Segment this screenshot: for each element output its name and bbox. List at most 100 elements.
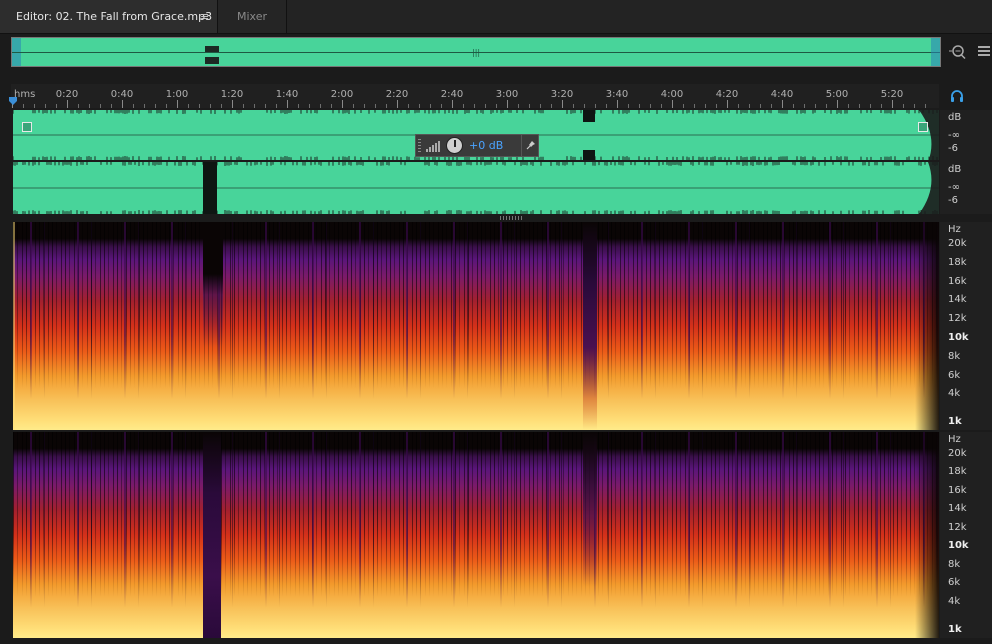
hz-label: 6k xyxy=(948,370,961,381)
db-label: -6 xyxy=(948,195,958,206)
ruler-tick xyxy=(760,104,761,108)
hz-unit-label: Hz xyxy=(948,224,961,235)
ruler-tick xyxy=(331,104,332,108)
ruler-tick xyxy=(89,104,90,108)
ruler-tick xyxy=(100,104,101,108)
headphones-icon[interactable] xyxy=(949,88,965,104)
ruler-tick xyxy=(716,104,717,108)
ruler-tick xyxy=(496,104,497,108)
ruler-tick xyxy=(518,104,519,108)
hud-grip[interactable] xyxy=(418,139,421,153)
hz-label: 8k xyxy=(948,351,961,362)
ruler-tick xyxy=(650,104,651,108)
ruler-tick xyxy=(45,104,46,108)
frequency-scale-right: Hz 20k 18k 16k 14k 12k 10k 8k 6k 4k 1k xyxy=(940,432,992,638)
silence-region xyxy=(583,222,597,430)
ruler-tick xyxy=(749,104,750,108)
ruler-tick xyxy=(782,100,783,108)
ruler-tick xyxy=(254,104,255,108)
ruler-tick xyxy=(540,104,541,108)
ruler-tick xyxy=(309,104,310,108)
ruler-tick-label: 5:00 xyxy=(825,89,849,100)
ruler-tick xyxy=(408,104,409,108)
ruler-tick xyxy=(562,100,563,108)
ruler-tick xyxy=(353,104,354,108)
ruler-tick xyxy=(617,100,618,108)
hz-label: 20k xyxy=(948,448,967,459)
ruler-tick xyxy=(298,104,299,108)
ruler-tick xyxy=(628,104,629,108)
ruler-tick xyxy=(78,104,79,108)
waveform-display[interactable] xyxy=(13,110,939,214)
ruler-tick-label: 2:40 xyxy=(440,89,464,100)
level-bars-icon xyxy=(426,141,440,152)
ruler-tick xyxy=(430,104,431,108)
ruler-tick xyxy=(364,104,365,108)
overview-right-handle[interactable] xyxy=(931,38,940,66)
playhead-marker[interactable] xyxy=(8,96,18,106)
ruler-tick xyxy=(826,104,827,108)
overview-navigator[interactable]: ||| xyxy=(11,37,941,67)
ruler-tick xyxy=(397,100,398,108)
fade-in-handle[interactable] xyxy=(22,122,32,132)
ruler-tick xyxy=(859,104,860,108)
ruler-tick xyxy=(925,104,926,108)
amplitude-scale: dB -∞ -6 dB -∞ -6 xyxy=(940,110,992,214)
ruler-tick xyxy=(639,104,640,108)
ruler-tick xyxy=(441,104,442,108)
ruler-tick xyxy=(705,104,706,108)
overview-silence-marker xyxy=(205,46,219,52)
hz-label: 16k xyxy=(948,276,967,287)
gain-hud[interactable]: +0 dB xyxy=(415,134,539,157)
hz-label: 6k xyxy=(948,577,961,588)
spectrogram-right-channel[interactable] xyxy=(13,432,939,638)
ruler-tick xyxy=(386,104,387,108)
ruler-tick-label: 3:40 xyxy=(605,89,629,100)
ruler-tick xyxy=(155,104,156,108)
zoom-icon[interactable] xyxy=(948,42,968,62)
overview-grip[interactable]: ||| xyxy=(472,48,480,57)
tab-editor[interactable]: Editor: 02. The Fall from Grace.mp3 ≡ xyxy=(0,0,218,33)
ruler-tick xyxy=(661,104,662,108)
waveform-silence xyxy=(583,150,595,160)
ruler-tick xyxy=(23,104,24,108)
fade-out-handle[interactable] xyxy=(918,122,928,132)
silence-region xyxy=(203,222,223,430)
gain-value[interactable]: +0 dB xyxy=(469,139,503,152)
hz-label: 14k xyxy=(948,294,967,305)
waveform-peaks xyxy=(13,110,939,214)
ruler-tick-label: 0:40 xyxy=(110,89,134,100)
ruler-tick xyxy=(463,104,464,108)
ruler-tick xyxy=(419,104,420,108)
ruler-tick xyxy=(529,104,530,108)
gain-knob[interactable] xyxy=(446,137,463,154)
panel-resize-grip[interactable] xyxy=(500,216,524,220)
ruler-tick-label: 2:00 xyxy=(330,89,354,100)
ruler-tick xyxy=(188,104,189,108)
ruler-tick-label: 4:40 xyxy=(770,89,794,100)
hz-label: 1k xyxy=(948,416,962,427)
ruler-tick xyxy=(573,104,574,108)
pin-icon[interactable] xyxy=(521,135,539,156)
ruler-tick xyxy=(837,100,838,108)
waveform-silence xyxy=(203,162,217,214)
panel-menu-icon[interactable] xyxy=(976,44,992,60)
ruler-tick xyxy=(122,100,123,108)
ruler-tick xyxy=(34,104,35,108)
hz-label: 10k xyxy=(948,332,969,343)
hz-label: 4k xyxy=(948,596,961,607)
ruler-tick xyxy=(276,104,277,108)
time-ruler[interactable]: hms 0:20 0:40 1:00 1:20 1:40 2:00 2:20 2:40 3:00 3… xyxy=(11,84,939,108)
ruler-tick xyxy=(177,100,178,108)
spectral-transients xyxy=(13,222,939,430)
db-unit-label: dB xyxy=(948,164,962,175)
ruler-tick xyxy=(727,100,728,108)
ruler-tick xyxy=(848,104,849,108)
tab-mixer[interactable]: Mixer xyxy=(218,0,287,33)
spectrogram-left-channel[interactable] xyxy=(13,222,939,430)
ruler-tick xyxy=(342,100,343,108)
ruler-tick xyxy=(672,100,673,108)
bottom-edge xyxy=(0,638,992,644)
hz-label: 10k xyxy=(948,540,969,551)
tab-menu-icon[interactable]: ≡ xyxy=(200,0,209,33)
